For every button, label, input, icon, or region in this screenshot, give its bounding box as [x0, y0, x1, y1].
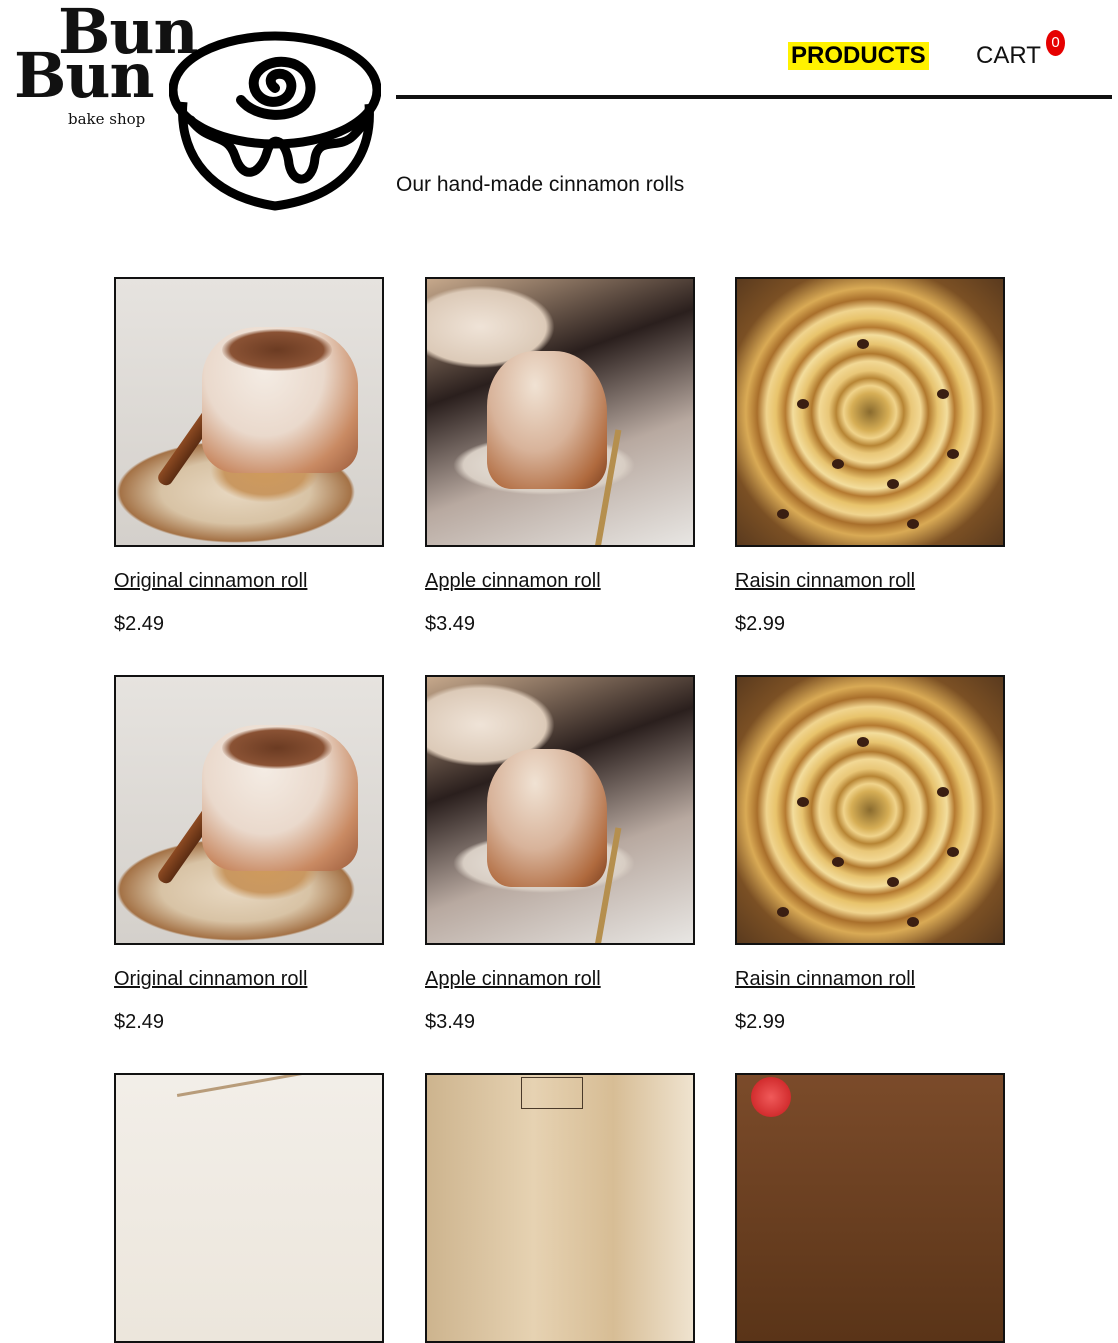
page-tagline: Our hand-made cinnamon rolls [396, 173, 685, 196]
raisin-shape [937, 787, 949, 797]
product-card: Apple cinnamon roll $3.49 [425, 675, 697, 1033]
raisin-shape [857, 737, 869, 747]
roll-shape [487, 749, 607, 887]
product-name-link[interactable]: Original cinnamon roll [114, 968, 307, 991]
product-image-raisin[interactable] [735, 675, 1005, 945]
product-name-link[interactable]: Original cinnamon roll [114, 570, 307, 593]
raisin-shape [777, 509, 789, 519]
branch-shape [176, 1075, 326, 1098]
product-image-partial[interactable] [114, 1073, 384, 1343]
product-image-partial[interactable] [735, 1073, 1005, 1343]
roll-shape [487, 351, 607, 489]
brand-logo[interactable]: Bun Bun bake shop [14, 1, 384, 215]
raisin-shape [797, 797, 809, 807]
product-price: $3.49 [425, 1011, 476, 1033]
brand-subtitle: bake shop [68, 110, 146, 128]
product-name-link[interactable]: Raisin cinnamon roll [735, 570, 915, 593]
nav-divider [396, 95, 1112, 99]
raisin-shape [907, 917, 919, 927]
product-card: Original cinnamon roll $2.49 [114, 675, 386, 1033]
product-card [114, 1073, 386, 1343]
raisin-shape [947, 449, 959, 459]
roll-shape [202, 725, 358, 871]
raisin-shape [832, 857, 844, 867]
product-image-apple[interactable] [425, 277, 695, 547]
raisin-shape [907, 519, 919, 529]
raisin-shape [947, 847, 959, 857]
product-name-link[interactable]: Apple cinnamon roll [425, 570, 601, 593]
product-image-original[interactable] [114, 675, 384, 945]
raisin-shape [887, 877, 899, 887]
product-card [735, 1073, 1007, 1343]
raisin-shape [887, 479, 899, 489]
raisin-shape [937, 389, 949, 399]
product-image-partial[interactable] [425, 1073, 695, 1343]
product-card: Original cinnamon roll $2.49 [114, 277, 386, 635]
product-image-original[interactable] [114, 277, 384, 547]
cinnamon-bun-icon [169, 31, 381, 211]
product-name-link[interactable]: Apple cinnamon roll [425, 968, 601, 991]
top-nav: PRODUCTS CART 0 [396, 28, 1112, 100]
bag-label-shape [521, 1077, 583, 1109]
product-price: $2.99 [735, 1011, 786, 1033]
product-price: $2.99 [735, 613, 786, 635]
product-price: $3.49 [425, 613, 476, 635]
raisin-shape [777, 907, 789, 917]
raisin-shape [797, 399, 809, 409]
product-price: $2.49 [114, 613, 165, 635]
product-image-raisin[interactable] [735, 277, 1005, 547]
product-card: Raisin cinnamon roll $2.99 [735, 675, 1007, 1033]
roll-shape [202, 327, 358, 473]
product-card: Raisin cinnamon roll $2.99 [735, 277, 1007, 635]
product-card [425, 1073, 697, 1343]
product-price: $2.49 [114, 1011, 165, 1033]
nav-products-link[interactable]: PRODUCTS [788, 42, 929, 70]
strawberry-shape [751, 1077, 791, 1117]
raisin-shape [857, 339, 869, 349]
nav-cart-link[interactable]: CART [976, 42, 1041, 70]
product-card: Apple cinnamon roll $3.49 [425, 277, 697, 635]
product-image-apple[interactable] [425, 675, 695, 945]
product-name-link[interactable]: Raisin cinnamon roll [735, 968, 915, 991]
raisin-shape [832, 459, 844, 469]
cart-count-badge: 0 [1046, 30, 1065, 56]
